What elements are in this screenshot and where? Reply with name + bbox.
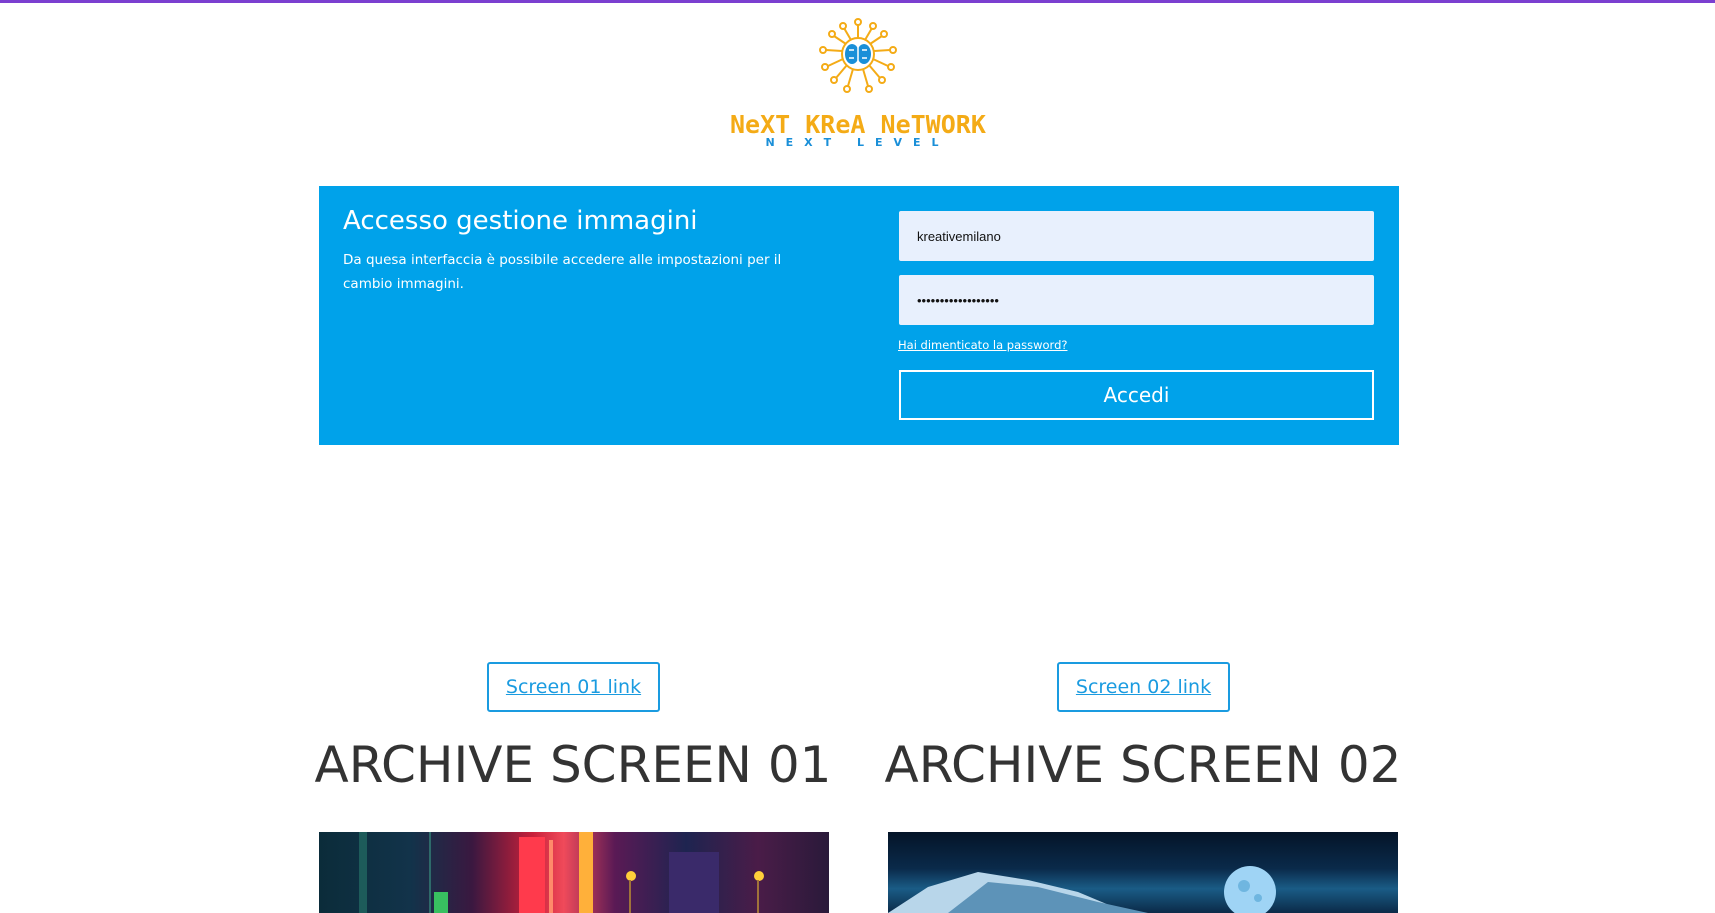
brain-circuit-icon xyxy=(819,18,897,93)
mountain-moon-art xyxy=(888,866,1276,913)
screen-01-link-button[interactable]: Screen 01 link xyxy=(487,662,660,712)
neon-city-image[interactable] xyxy=(319,832,829,913)
forgot-password-link[interactable]: Hai dimenticato la password? xyxy=(898,338,1067,352)
login-submit-button[interactable]: Accedi xyxy=(899,370,1374,420)
archive-screen-02-title: ARCHIVE SCREEN 02 xyxy=(884,736,1402,794)
login-description: Da quesa interfaccia è possibile acceder… xyxy=(343,252,782,292)
top-accent-bar xyxy=(0,0,1715,3)
archive-screen-01-title: ARCHIVE SCREEN 01 xyxy=(314,736,832,794)
logo-title: NeXT KReA NeTWORK xyxy=(730,110,986,139)
site-logo[interactable]: NeXT KReA NeTWORK NEXT LEVEL xyxy=(730,14,986,154)
login-panel: Accesso gestione immagini Da quesa inter… xyxy=(319,186,1399,445)
username-field[interactable] xyxy=(899,211,1374,261)
logo-subtitle: NEXT LEVEL xyxy=(765,136,950,149)
mountain-moon-image[interactable] xyxy=(888,832,1398,913)
password-field[interactable] xyxy=(899,275,1374,325)
neon-city-art xyxy=(359,832,764,913)
screen-02-link-button[interactable]: Screen 02 link xyxy=(1057,662,1230,712)
login-title: Accesso gestione immagini xyxy=(343,206,698,236)
